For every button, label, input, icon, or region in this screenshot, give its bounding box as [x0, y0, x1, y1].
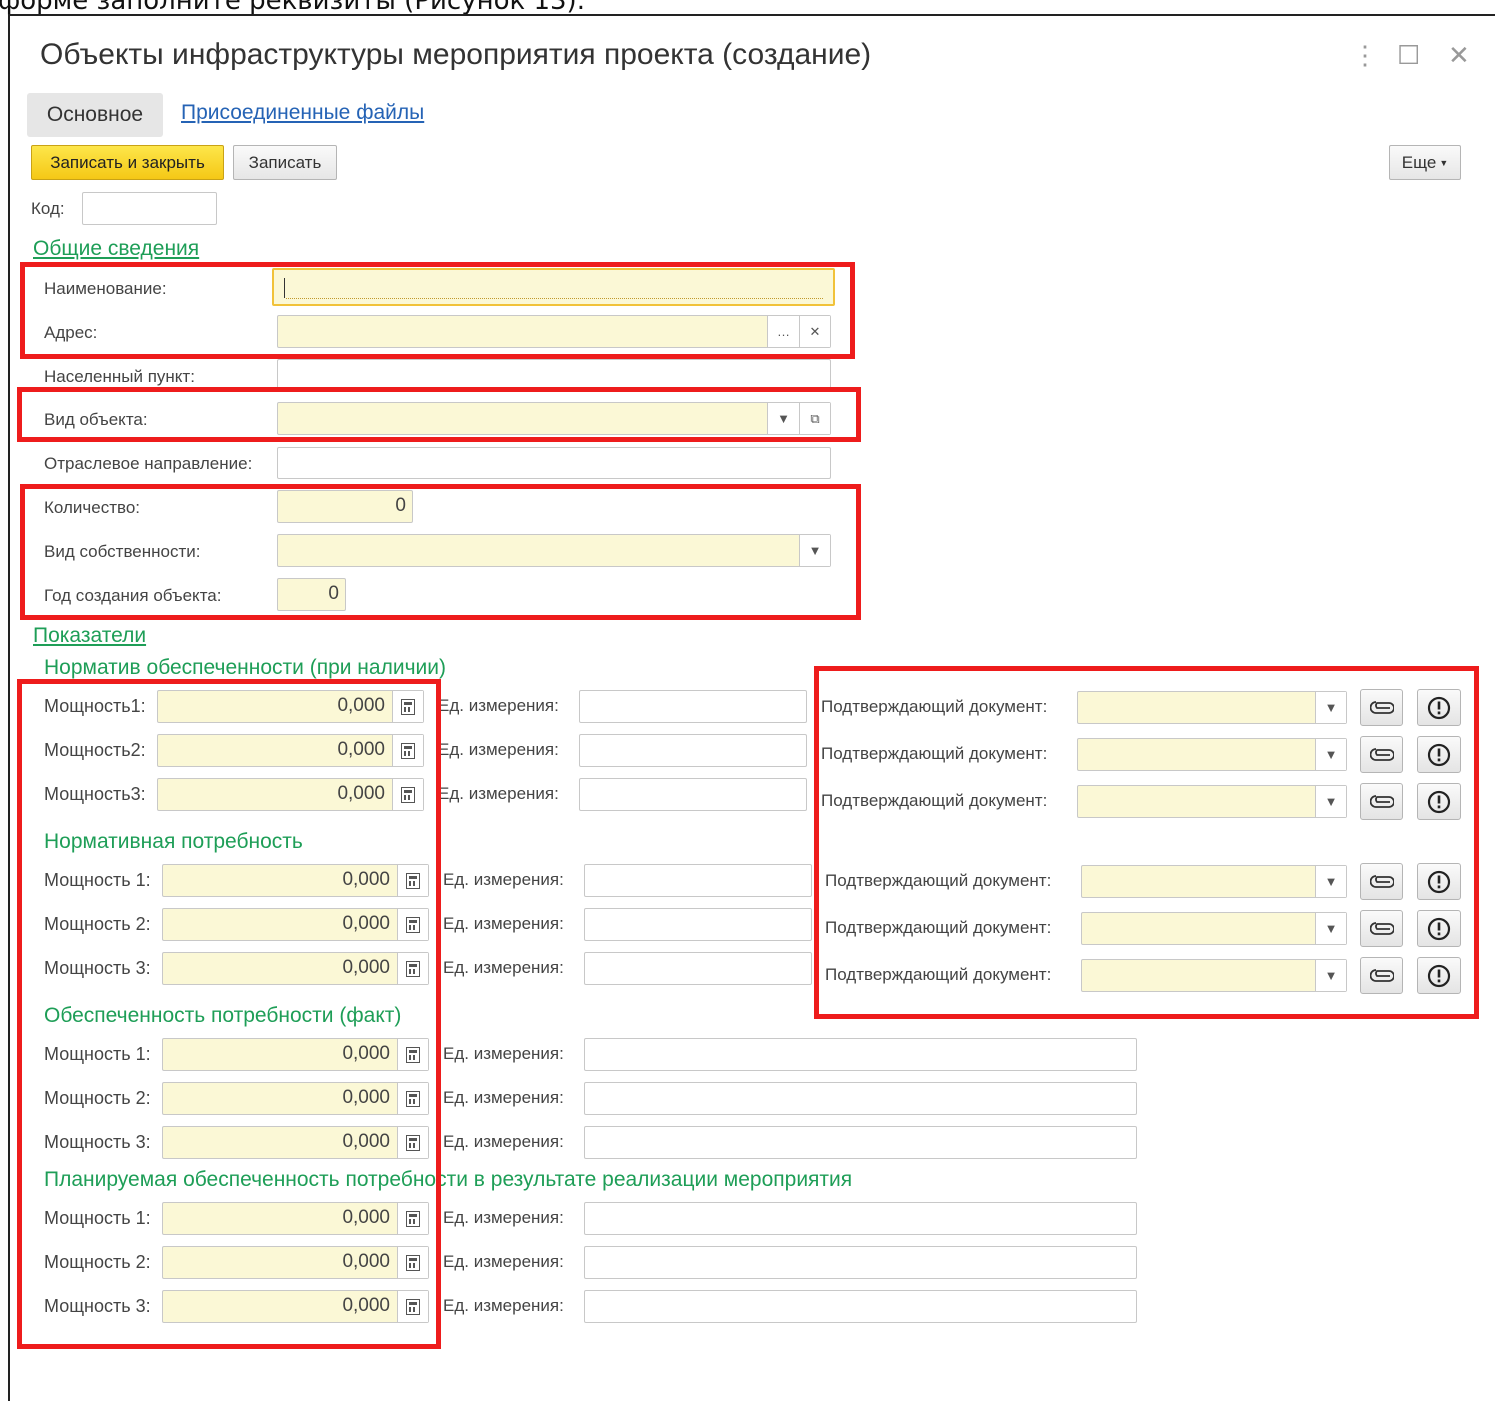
highlight-name-address — [20, 262, 855, 359]
unit-input[interactable] — [584, 1082, 1137, 1115]
unit-input[interactable] — [584, 1126, 1137, 1159]
chevron-down-icon: ▼ — [1439, 157, 1449, 168]
unit-label: Ед. измерения: — [443, 1132, 564, 1151]
save-button[interactable]: Записать — [233, 145, 337, 180]
settlement-label: Населенный пункт: — [44, 367, 195, 386]
unit-label: Ед. измерения: — [443, 1252, 564, 1271]
tab-main[interactable]: Основное — [27, 93, 163, 137]
unit-label: Ед. измерения: — [443, 1088, 564, 1107]
unit-label: Ед. измерения: — [438, 740, 559, 759]
unit-label: Ед. измерения: — [443, 1044, 564, 1063]
save-and-close-button[interactable]: Записать и закрыть — [31, 145, 224, 180]
unit-input[interactable] — [579, 778, 807, 811]
unit-label: Ед. измерения: — [443, 958, 564, 977]
maximize-icon[interactable]: ☐ — [1397, 40, 1420, 71]
highlight-object-type — [17, 387, 861, 442]
unit-label: Ед. измерения: — [438, 696, 559, 715]
indicators-section-title[interactable]: Показатели — [33, 624, 146, 648]
unit-input[interactable] — [584, 1290, 1137, 1323]
highlight-capacity-values — [17, 679, 441, 1349]
tab-attached-files[interactable]: Присоединенные файлы — [181, 101, 424, 125]
unit-input[interactable] — [584, 1202, 1137, 1235]
close-icon[interactable]: ✕ — [1448, 40, 1470, 71]
window-title: Объекты инфраструктуры мероприятия проек… — [40, 38, 872, 71]
unit-label: Ед. измерения: — [443, 914, 564, 933]
unit-label: Ед. измерения: — [443, 870, 564, 889]
unit-label: Ед. измерения: — [443, 1208, 564, 1227]
code-label: Код: — [31, 199, 65, 218]
unit-input[interactable] — [579, 690, 807, 723]
general-section-title[interactable]: Общие сведения — [33, 237, 199, 261]
unit-input[interactable] — [584, 1038, 1137, 1071]
unit-label: Ед. измерения: — [443, 1296, 564, 1315]
industry-label: Отраслевое направление: — [44, 454, 253, 473]
unit-input[interactable] — [584, 1246, 1137, 1279]
more-button-label: Еще — [1401, 152, 1437, 172]
unit-input[interactable] — [579, 734, 807, 767]
unit-input[interactable] — [584, 864, 812, 897]
code-input[interactable] — [82, 192, 217, 225]
unit-input[interactable] — [584, 952, 812, 985]
highlight-confirming-documents — [814, 666, 1479, 1019]
more-actions-icon[interactable]: ⋮ — [1352, 40, 1378, 71]
industry-input[interactable] — [277, 447, 831, 479]
more-button[interactable]: Еще ▼ — [1389, 145, 1461, 180]
highlight-quantity-ownership-year — [20, 484, 861, 620]
unit-label: Ед. измерения: — [438, 784, 559, 803]
group-title: Норматив обеспеченности (при наличии) — [44, 656, 446, 679]
unit-input[interactable] — [584, 908, 812, 941]
